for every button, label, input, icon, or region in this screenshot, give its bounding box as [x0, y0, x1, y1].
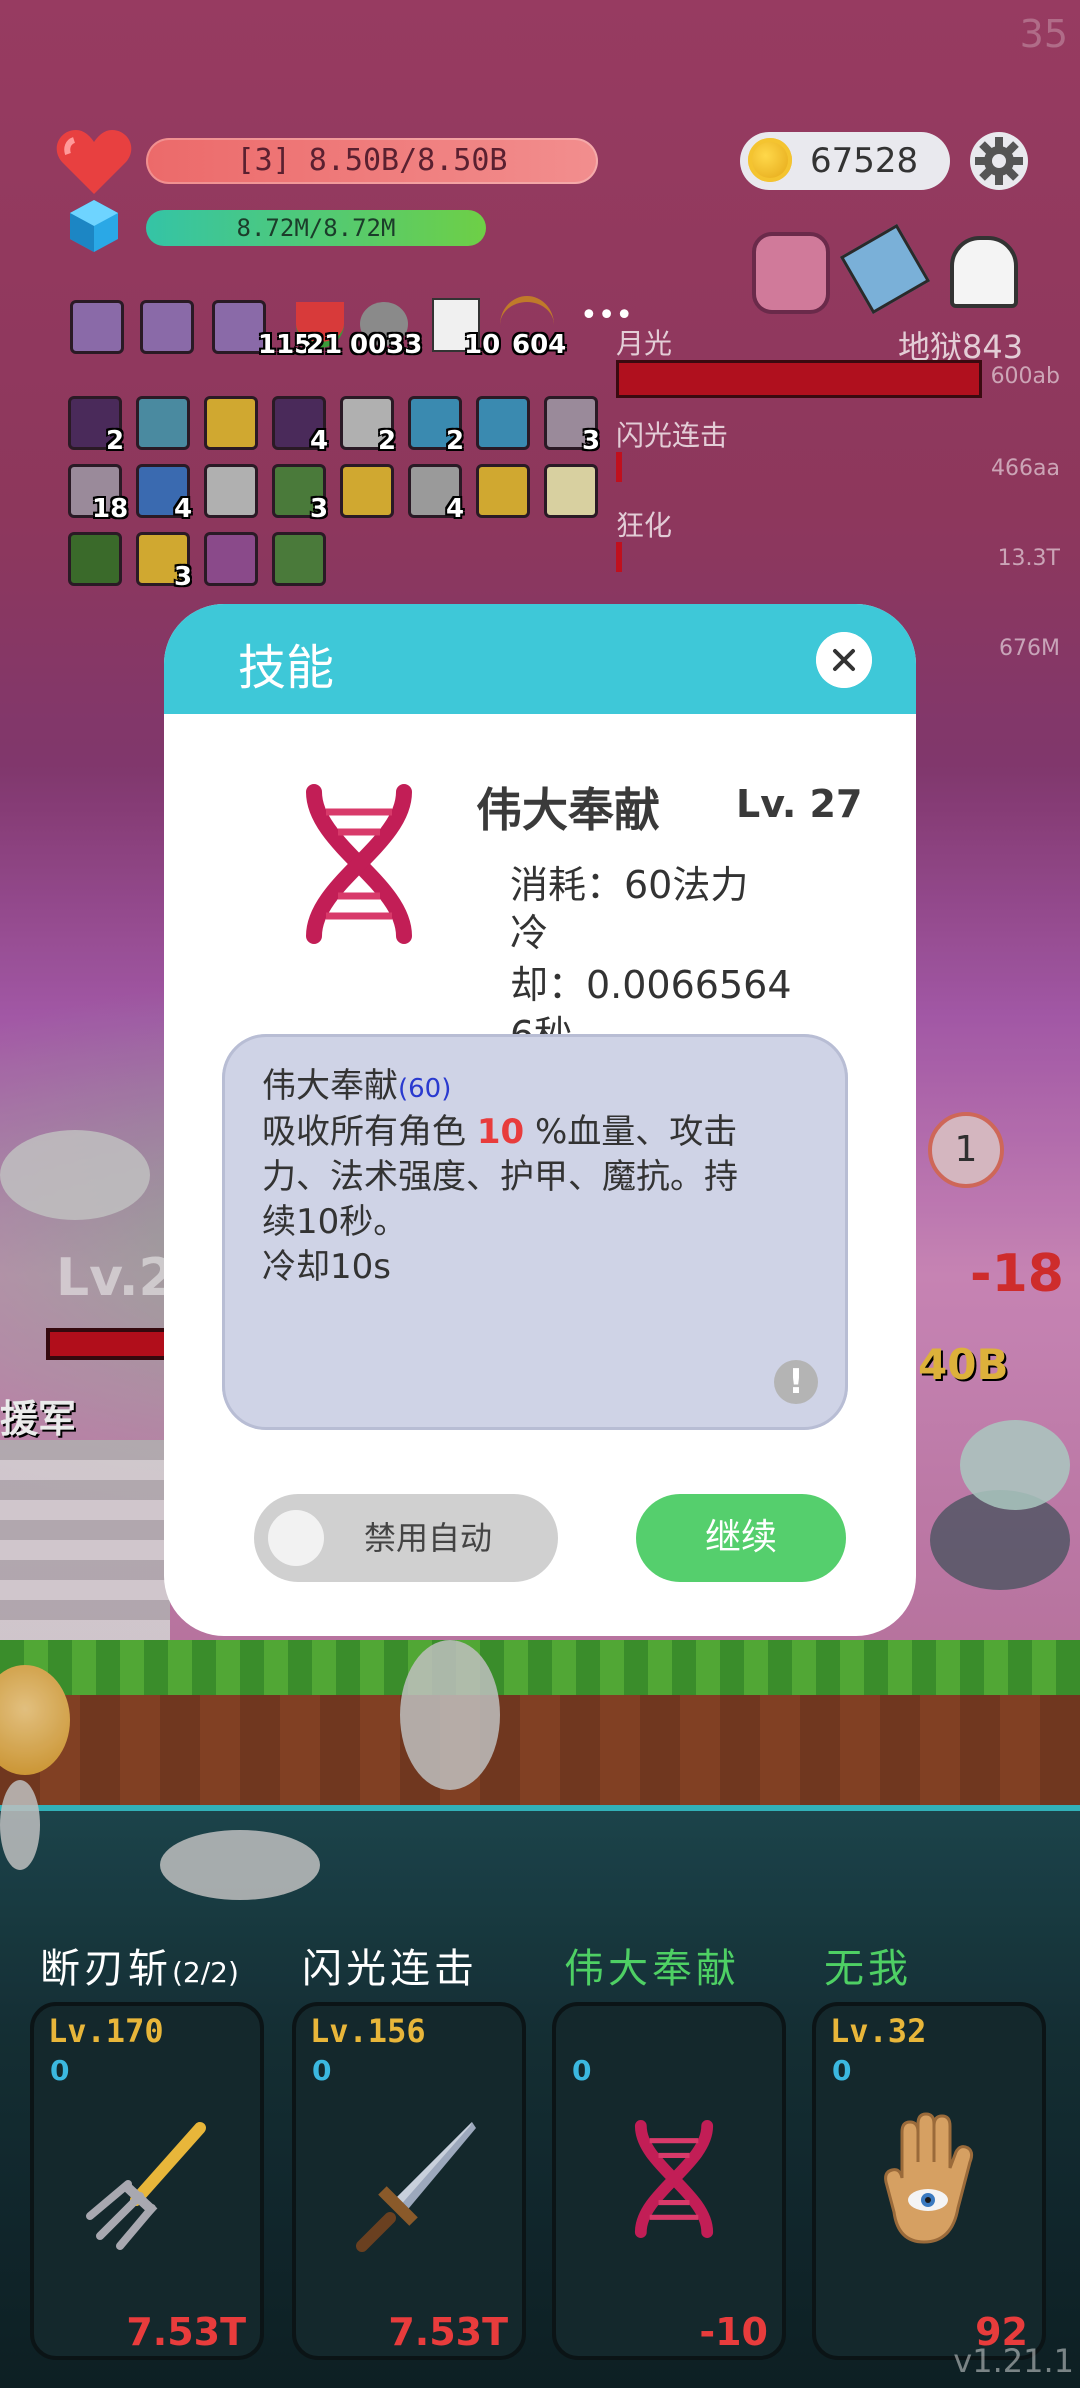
item-slot[interactable]: [476, 464, 530, 518]
hamsa-hand-icon: [884, 2112, 974, 2244]
trident-icon: [86, 2122, 206, 2250]
disable-auto-label: 禁用自动: [364, 1519, 493, 1557]
item-slot[interactable]: [136, 396, 190, 450]
toggle-knob: [268, 1510, 324, 1566]
skill-cooldown-line2: 却：0.0066564: [510, 963, 792, 1007]
mana-bar: 8.72M/8.72M: [146, 210, 486, 246]
sword-icon: [356, 2122, 476, 2252]
skill-cooldown-line1: 冷: [510, 911, 549, 955]
item-count: 18: [92, 494, 129, 524]
description-line: 力、法术强度、护甲、魔抗。持: [262, 1157, 738, 1197]
description-highlight-value: 10: [476, 1112, 525, 1152]
boss-hp-bar: [616, 360, 982, 398]
card-charges: 0: [312, 2054, 332, 2087]
description-skill-name: 伟大奉献: [262, 1066, 398, 1106]
dialog-header: 技能: [164, 604, 916, 714]
card-level: Lv.156: [310, 2012, 426, 2050]
item-slot[interactable]: [544, 464, 598, 518]
enemy-status: 闪光连击: [616, 419, 729, 452]
card-level: Lv.32: [830, 2012, 927, 2050]
item-slot[interactable]: [204, 532, 258, 586]
description-text: 吸收所有角色: [262, 1112, 477, 1152]
status-bar: [616, 542, 622, 572]
card-level: Lv.170: [48, 2012, 164, 2050]
buff-count: 115: [258, 330, 313, 360]
settings-gear-icon[interactable]: [968, 130, 1030, 192]
buff-icon[interactable]: [70, 300, 124, 354]
boss-name: 月光: [616, 327, 673, 360]
item-count: 4: [310, 426, 329, 456]
item-slot[interactable]: [204, 464, 258, 518]
skill-title-1: 断刃斩(2/2): [40, 1936, 239, 1994]
gold-coin-icon: [748, 138, 792, 182]
item-count: 2: [446, 426, 465, 456]
skill-title-text: 断刃斩: [40, 1946, 172, 1992]
card-damage: 7.53T: [388, 2310, 508, 2354]
dna-icon: [634, 2120, 714, 2238]
card-charges: 0: [572, 2054, 592, 2087]
item-count: 3: [174, 562, 193, 592]
description-line: 吸收所有角色 10 %血量、攻击: [262, 1104, 737, 1153]
description-line: 冷却10s: [262, 1247, 391, 1287]
item-slot[interactable]: [476, 396, 530, 450]
description-title: 伟大奉献(60): [262, 1058, 451, 1107]
hp-bar: [3] 8.50B/8.50B: [146, 138, 598, 184]
buff-count: 0033: [350, 330, 423, 360]
enemy-status: 狂化: [616, 509, 673, 542]
skill-title-2: 闪光连击: [302, 1946, 478, 1992]
description-cost: (60): [398, 1074, 452, 1104]
continue-button[interactable]: 继续: [636, 1494, 846, 1582]
version-label: v1.21.1: [953, 2342, 1074, 2380]
skill-cost: 消耗：60法力: [510, 863, 749, 907]
dialog-title: 技能: [238, 640, 335, 696]
gold-counter[interactable]: 67528: [740, 132, 950, 190]
item-count: 4: [446, 494, 465, 524]
skill-dialog: 技能 伟大奉献 Lv. 27 消耗：60法力 冷 却：0.0066564 6秒 …: [164, 604, 916, 1636]
skill-description: 伟大奉献(60) 吸收所有角色 10 %血量、攻击 力、法术强度、护甲、魔抗。持…: [222, 1034, 848, 1430]
info-warning-icon[interactable]: !: [774, 1360, 818, 1404]
fps-counter: 35: [1019, 12, 1068, 56]
skill-title-3: 伟大奉献: [564, 1946, 740, 1992]
close-icon[interactable]: [816, 632, 872, 688]
card-charges: 0: [50, 2054, 70, 2087]
buff-count: 604: [512, 330, 567, 360]
skill-title-4: 无我: [824, 1946, 912, 1992]
card-charges: 0: [832, 2054, 852, 2087]
skill-card-4[interactable]: Lv.32 0 92: [812, 2002, 1046, 2360]
description-line: 续10秒。: [262, 1202, 408, 1242]
item-count: 2: [106, 426, 125, 456]
buff-icon[interactable]: [140, 300, 194, 354]
item-slot[interactable]: [272, 532, 326, 586]
skill-level: Lv. 27: [736, 782, 863, 826]
card-damage: 7.53T: [126, 2310, 246, 2354]
disable-auto-toggle[interactable]: 禁用自动: [254, 1494, 558, 1582]
item-slot[interactable]: [204, 396, 258, 450]
item-count: 3: [310, 494, 329, 524]
side-value: 13.3T: [997, 546, 1060, 571]
skill-card-3[interactable]: 0 -10: [552, 2002, 786, 2360]
ghost-icon[interactable]: [950, 236, 1018, 308]
status-bar: [616, 452, 622, 482]
item-slot[interactable]: [340, 464, 394, 518]
item-count: 4: [174, 494, 193, 524]
item-count: 3: [582, 426, 601, 456]
gold-value: 67528: [810, 141, 919, 181]
description-text: %血量、攻击: [524, 1112, 738, 1152]
side-value: 466aa: [991, 456, 1060, 481]
buff-count: 10: [464, 330, 501, 360]
dna-icon: [306, 784, 412, 944]
buff-count: 21: [306, 330, 343, 360]
heart-icon: [56, 130, 132, 194]
skill-name: 伟大奉献: [476, 783, 660, 837]
enemy-portrait-icon[interactable]: [752, 232, 830, 314]
skill-card-1[interactable]: Lv.170 0 7.53T: [30, 2002, 264, 2360]
item-count: 2: [378, 426, 397, 456]
mana-gem-icon: [70, 200, 118, 252]
item-slot[interactable]: [68, 532, 122, 586]
side-value: 676M: [999, 636, 1060, 661]
side-value: 600ab: [990, 364, 1060, 389]
card-damage: -10: [699, 2310, 768, 2354]
skill-card-2[interactable]: Lv.156 0 7.53T: [292, 2002, 526, 2360]
skill-title-suffix: (2/2): [172, 1956, 239, 1989]
